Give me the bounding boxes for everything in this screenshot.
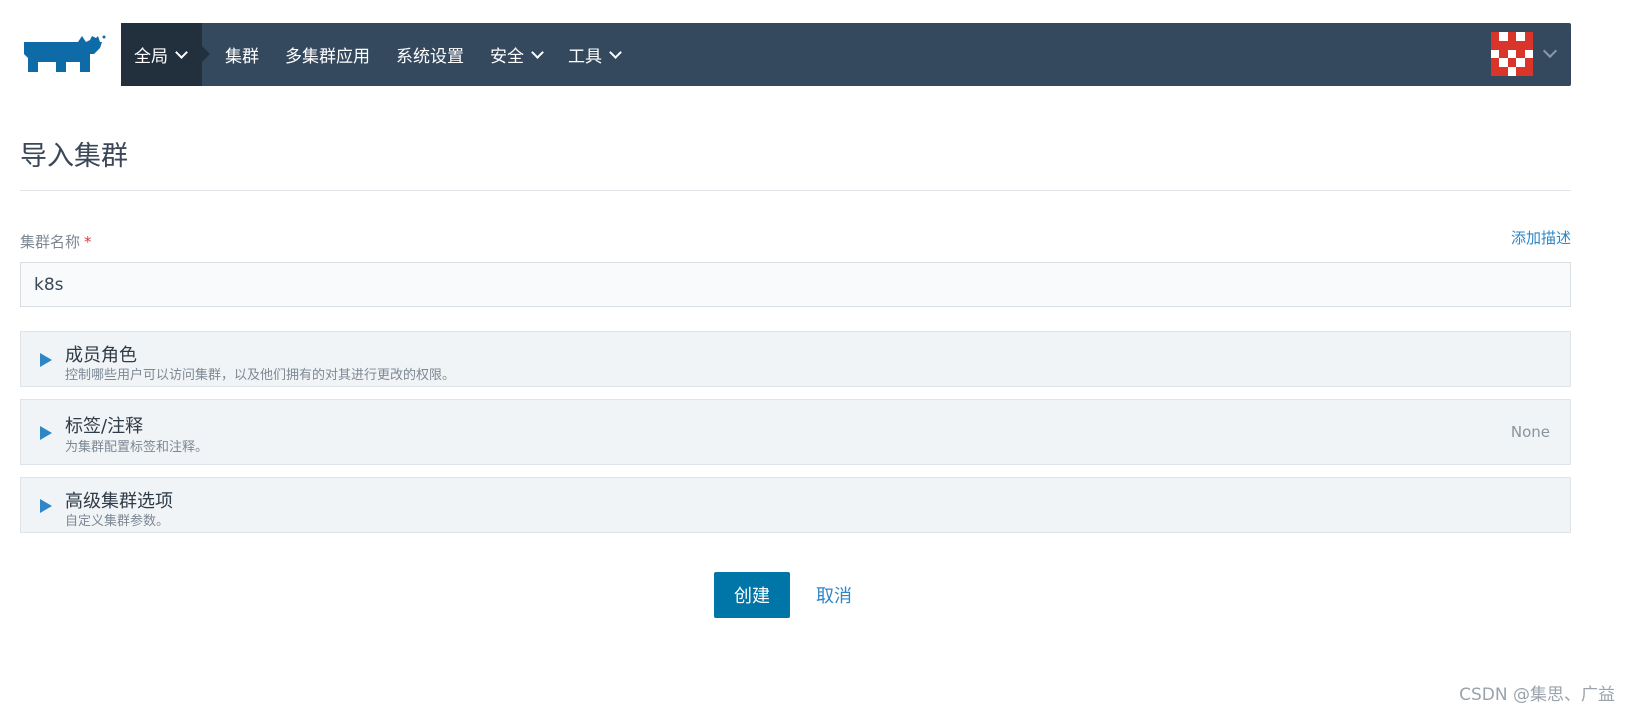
nav-item-label: 多集群应用 — [285, 47, 370, 67]
nav-item-label: 集群 — [225, 47, 259, 67]
nav-item-security[interactable]: 安全 — [477, 23, 555, 86]
accordion-subtitle: 为集群配置标签和注释。 — [65, 440, 209, 455]
nav-item-label: 工具 — [568, 47, 602, 67]
accordion-subtitle: 自定义集群参数。 — [65, 514, 170, 529]
expand-arrow-icon[interactable] — [40, 499, 52, 513]
nav-item-tools[interactable]: 工具 — [555, 23, 633, 86]
nav-item-multi-cluster-apps[interactable]: 多集群应用 — [272, 23, 383, 86]
create-button[interactable]: 创建 — [714, 572, 790, 618]
accordion-labels-annotations[interactable]: 标签/注释 为集群配置标签和注释。 None — [20, 399, 1571, 465]
chevron-down-icon — [531, 45, 544, 59]
nav-item-system-settings[interactable]: 系统设置 — [383, 23, 477, 86]
expand-arrow-icon[interactable] — [40, 353, 52, 367]
add-description-link[interactable]: 添加描述 — [1511, 227, 1571, 248]
user-avatar-icon — [1491, 32, 1533, 76]
chevron-down-icon — [609, 45, 622, 59]
accordion-subtitle: 控制哪些用户可以访问集群，以及他们拥有的对其进行更改的权限。 — [65, 368, 456, 383]
cluster-name-label: 集群名称 * — [20, 231, 92, 252]
nav-item-label: 安全 — [490, 47, 524, 67]
cluster-name-label-text: 集群名称 — [20, 233, 81, 251]
header-divider — [20, 190, 1571, 191]
accordion-title: 标签/注释 — [65, 416, 144, 437]
labels-count-status: None — [1510, 423, 1550, 441]
required-mark: * — [84, 233, 92, 251]
page-title: 导入集群 — [20, 141, 128, 172]
top-nav-bar: 全局 集群 多集群应用 系统设置 安全 工具 — [121, 23, 1571, 86]
nav-item-clusters[interactable]: 集群 — [212, 23, 272, 86]
chevron-down-icon — [175, 45, 188, 59]
accordion-member-roles[interactable]: 成员角色 控制哪些用户可以访问集群，以及他们拥有的对其进行更改的权限。 — [20, 331, 1571, 387]
accordion-advanced-options[interactable]: 高级集群选项 自定义集群参数。 — [20, 477, 1571, 533]
user-menu[interactable] — [1491, 32, 1558, 76]
watermark-text: CSDN @集思、广益 — [1459, 685, 1615, 705]
nav-item-label: 全局 — [134, 47, 168, 67]
expand-arrow-icon[interactable] — [40, 426, 52, 440]
nav-item-label: 系统设置 — [396, 47, 464, 67]
cancel-button[interactable]: 取消 — [816, 582, 852, 608]
chevron-down-icon — [1542, 43, 1558, 59]
cluster-name-input[interactable] — [20, 262, 1571, 307]
nav-item-global[interactable]: 全局 — [121, 23, 210, 86]
rancher-logo-icon[interactable] — [20, 32, 106, 74]
